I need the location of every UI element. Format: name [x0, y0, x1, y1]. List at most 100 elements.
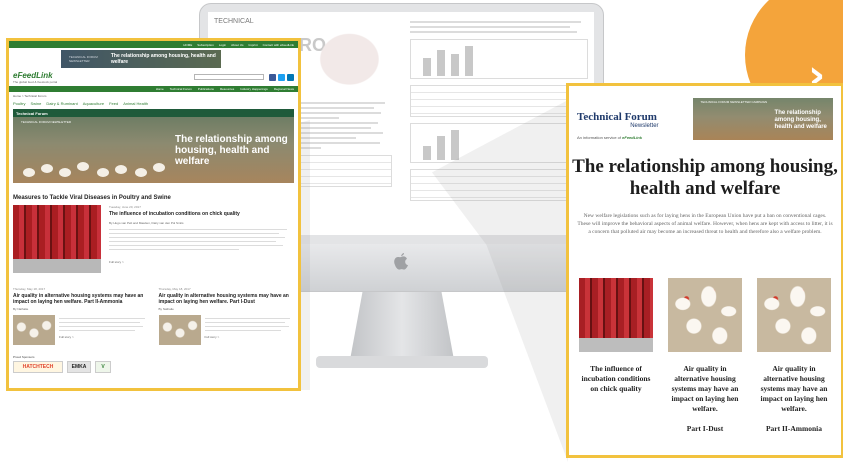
article-date: Thursday, May 18, 2017: [158, 287, 191, 291]
nav-item[interactable]: Resources: [220, 87, 234, 91]
article-date: Tuesday, June 20, 2017: [109, 205, 141, 209]
site-topbar: HOME Subscription Login About Us Imprint…: [9, 41, 298, 48]
section-title: Technical Forum: [13, 109, 294, 117]
linkedin-icon[interactable]: [287, 73, 294, 81]
newsletter-header: Technical Forum Newsletter An informatio…: [569, 86, 841, 142]
hens-thumbnail[interactable]: [158, 315, 201, 345]
incubator-image[interactable]: [579, 278, 653, 352]
article-title[interactable]: Air quality in alternative housing syste…: [13, 293, 149, 305]
search-input[interactable]: [194, 74, 264, 80]
newsletter-brand: Technical Forum Newsletter An informatio…: [577, 92, 675, 141]
website-screenshot: HOME Subscription Login About Us Imprint…: [6, 38, 301, 391]
logo-tagline: The global feed & livestock portal: [13, 79, 58, 84]
article-title[interactable]: Air quality in alternative housing syste…: [159, 293, 295, 305]
article-title[interactable]: Air quality in alternative housing syste…: [666, 364, 744, 414]
article-cards: Thursday, May 18, 2017 Air quality in al…: [9, 273, 298, 345]
hero-banner[interactable]: TECHNICAL FORUM NEWSLETTER The relations…: [13, 117, 294, 183]
hens-image[interactable]: [668, 278, 742, 352]
newsletter-lead: New welfare legislations such as for lay…: [577, 213, 833, 235]
newsletter-screenshot: Technical Forum Newsletter An informatio…: [566, 83, 843, 458]
nav-item[interactable]: Regional News: [274, 87, 294, 91]
brand-subtitle: Newsletter: [630, 123, 659, 129]
brand-title: Technical Forum: [577, 111, 657, 123]
category-poultry[interactable]: Poultry: [13, 101, 25, 106]
hero-title: The relationship among housing, health a…: [175, 134, 288, 167]
full-story-link[interactable]: Full story >: [59, 335, 149, 339]
article-title[interactable]: The influence of incubation conditions o…: [109, 211, 294, 217]
document-body-text: [410, 21, 588, 33]
sponsor-hatchtech-logo[interactable]: HATCHTECH: [13, 361, 63, 373]
newsletter-banner[interactable]: TECHNICAL FORUM NEWSLETTER CAMPAIGN The …: [692, 98, 833, 140]
social-links: [269, 73, 294, 81]
breadcrumb[interactable]: Home > Technical Forum: [9, 92, 298, 100]
nav-item[interactable]: Industry Happenings: [240, 87, 268, 91]
article-excerpt: Full story >: [204, 315, 295, 345]
efeedlink-logo[interactable]: eFeedLink The global feed & livestock po…: [13, 71, 57, 84]
newsletter-articles: The influence of incubation conditions o…: [569, 278, 841, 433]
article-part: Part I-Dust: [686, 424, 724, 433]
feature-text: Tuesday, June 20, 2017 The influence of …: [109, 205, 294, 273]
article-excerpt: Full story >: [59, 315, 149, 345]
article-title[interactable]: Air quality in alternative housing syste…: [755, 364, 833, 414]
banner-title: The relationship among housing, health a…: [774, 110, 827, 130]
brand-tagline: An information service of eFeedLink: [577, 135, 675, 140]
logo-text: eFeedLink: [13, 70, 53, 80]
nav-item[interactable]: Home: [156, 87, 164, 91]
category-dairy[interactable]: Dairy & Ruminant: [46, 101, 77, 106]
brand-tagline-text: An information service of: [577, 135, 622, 140]
topbar-link[interactable]: Login: [219, 43, 226, 47]
sponsor-v-logo[interactable]: V: [95, 361, 111, 373]
site-header: eFeedLink The global feed & livestock po…: [9, 68, 298, 86]
hens-image[interactable]: [757, 278, 831, 352]
topbar-link[interactable]: Imprint: [248, 43, 257, 47]
article-author: By Nathalie: [158, 307, 174, 311]
article-date: Thursday, May 18, 2017: [13, 287, 46, 291]
topbar-link[interactable]: Contact with eFeedLink: [263, 43, 294, 47]
banner-label: TECHNICAL FORUM NEWSLETTER CAMPAIGN: [700, 100, 768, 104]
promo-composition: › TECHNICAL ON GROPRO NG SDPP ER DIET: [0, 0, 843, 462]
full-story-link[interactable]: Full story >: [109, 260, 294, 264]
feature-article[interactable]: Tuesday, June 20, 2017 The influence of …: [9, 205, 298, 273]
banner-ad-title: The relationship among housing, health a…: [110, 53, 216, 65]
article-title[interactable]: The influence of incubation conditions o…: [577, 364, 655, 394]
facebook-icon[interactable]: [269, 73, 276, 81]
category-aquaculture[interactable]: Aquaculture: [83, 101, 104, 106]
newsletter-article[interactable]: Air quality in alternative housing syste…: [755, 278, 833, 433]
site-banner-strip: TECHNICAL FORUM NEWSLETTER The relations…: [9, 48, 298, 68]
article-body: Full story >: [158, 315, 295, 345]
article-card[interactable]: Thursday, May 18, 2017 Air quality in al…: [13, 287, 149, 345]
newsletter-title: The relationship among housing, health a…: [572, 156, 838, 199]
full-story-link[interactable]: Full story >: [205, 335, 295, 339]
imac-base: [316, 356, 488, 368]
category-swine[interactable]: Swine: [30, 101, 41, 106]
newsletter-article[interactable]: The influence of incubation conditions o…: [577, 278, 655, 433]
article-body: Full story >: [13, 315, 149, 345]
nav-item[interactable]: Technical Forum: [170, 87, 192, 91]
hens-thumbnail[interactable]: [13, 315, 55, 345]
twitter-icon[interactable]: [278, 73, 285, 81]
topbar-link[interactable]: About Us: [231, 43, 243, 47]
category-feed[interactable]: Feed: [109, 101, 118, 106]
sponsors-label: Proud Sponsors: [13, 355, 35, 359]
pig-image: [312, 24, 390, 88]
category-animal-health[interactable]: Animal Health: [123, 101, 148, 106]
banner-ad-label: TECHNICAL FORUM NEWSLETTER: [69, 55, 98, 63]
article-excerpt: [109, 229, 294, 250]
nav-item[interactable]: Publications: [198, 87, 214, 91]
apple-logo-icon: [394, 253, 408, 270]
topbar-link[interactable]: Subscription: [197, 43, 214, 47]
article-author: By Nathalie: [13, 307, 29, 311]
hero-label: TECHNICAL FORUM NEWSLETTER: [21, 120, 72, 124]
article-author: By Hugo van Pelt and Maarten, Dairy van …: [109, 221, 184, 225]
incubator-image[interactable]: [13, 205, 101, 273]
banner-ad[interactable]: TECHNICAL FORUM NEWSLETTER The relations…: [61, 50, 221, 68]
sponsor-emka-logo[interactable]: EMKA: [67, 361, 91, 373]
topbar-link[interactable]: HOME: [183, 43, 192, 47]
page-headline: Measures to Tackle Viral Diseases in Pou…: [13, 195, 171, 201]
sponsor-logos: HATCHTECH EMKA V: [9, 361, 298, 373]
document-bar-chart: [410, 39, 588, 79]
imac-stand: [350, 292, 454, 360]
article-part: Part II-Ammonia: [765, 424, 823, 433]
article-card[interactable]: Thursday, May 18, 2017 Air quality in al…: [158, 287, 295, 345]
newsletter-article[interactable]: Air quality in alternative housing syste…: [666, 278, 744, 433]
